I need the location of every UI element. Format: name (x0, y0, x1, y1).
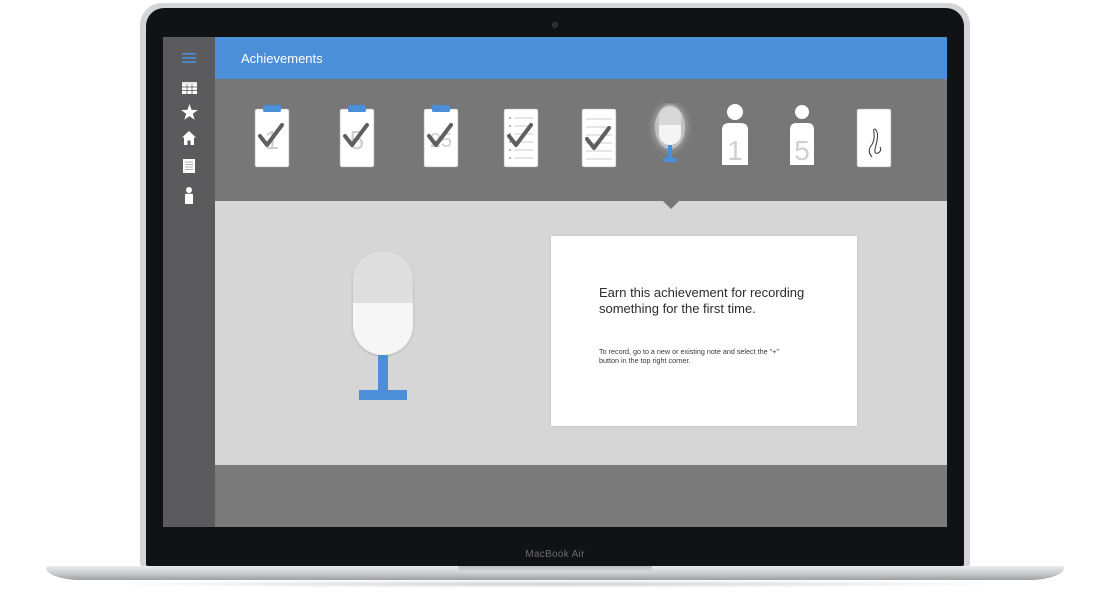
footer-bar (215, 465, 947, 527)
signature-icon (856, 108, 892, 168)
badge-number: 5 (794, 135, 810, 166)
camera-icon (552, 22, 558, 28)
achievement-hint: To record, go to a new or existing note … (599, 347, 779, 365)
microphone-icon (655, 105, 685, 162)
achievement-detail-panel: Earn this achievement for recording some… (215, 201, 947, 465)
menu-icon[interactable] (177, 48, 201, 68)
achievement-badge[interactable]: 1 (250, 103, 294, 171)
device-label: MacBook Air (525, 549, 585, 560)
selection-pointer (663, 201, 679, 209)
microphone-icon (347, 247, 419, 407)
laptop-shadow (90, 580, 1020, 588)
home-icon[interactable] (177, 128, 201, 148)
achievement-badge[interactable]: 5 (335, 103, 379, 171)
clipboard-check-icon: 1 (254, 105, 290, 168)
person-badge-icon: 1 (722, 104, 748, 166)
person-icon[interactable] (177, 185, 201, 205)
checklist-icon (503, 108, 539, 168)
achievement-badge[interactable] (852, 103, 896, 171)
table-icon[interactable] (177, 78, 201, 98)
achievement-badge-selected[interactable] (648, 103, 692, 171)
achievement-strip: 1 5 25 1 5 (215, 79, 947, 201)
star-icon[interactable] (177, 102, 201, 122)
achievement-description-card: Earn this achievement for recording some… (551, 236, 857, 426)
achievement-badge[interactable] (499, 103, 543, 171)
achievement-badge[interactable] (577, 103, 621, 171)
achievement-badge[interactable]: 5 (780, 103, 824, 171)
achievement-description: Earn this achievement for recording some… (599, 285, 805, 316)
document-icon[interactable] (177, 156, 201, 176)
badge-number: 1 (727, 135, 743, 166)
achievement-badge[interactable]: 1 (713, 103, 757, 171)
notes-check-icon (581, 108, 617, 168)
person-badge-icon: 5 (790, 105, 814, 166)
sidebar (163, 37, 215, 527)
app-header: Achievements (215, 37, 947, 79)
app-screen: Achievements 1 5 25 1 5 Earn this achiev… (163, 37, 947, 527)
clipboard-check-icon: 5 (339, 105, 375, 168)
main-content: Achievements 1 5 25 1 5 Earn this achiev… (215, 37, 947, 527)
achievement-badge[interactable]: 25 (419, 103, 463, 171)
laptop-base-notch (458, 566, 652, 573)
page-title: Achievements (241, 51, 323, 66)
clipboard-check-icon: 25 (423, 105, 459, 168)
